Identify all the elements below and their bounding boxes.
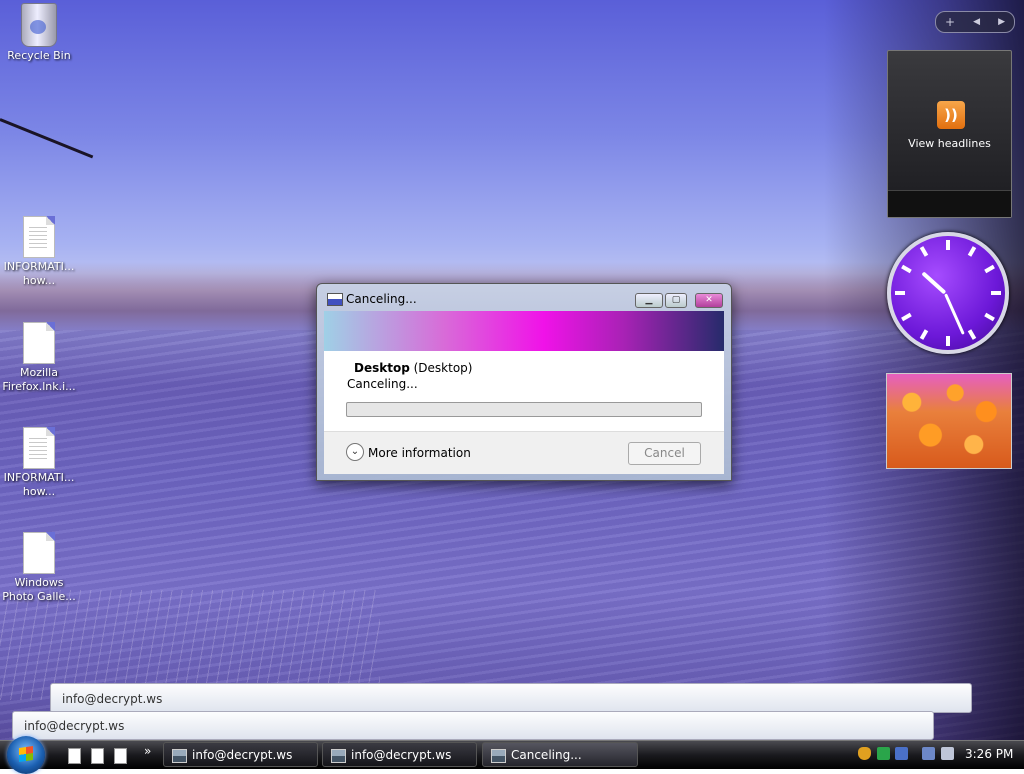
taskbar-button-label: info@decrypt.ws	[351, 748, 452, 762]
progress-bar	[346, 402, 702, 417]
next-page-button[interactable]: ▶	[998, 17, 1005, 27]
dialog-body: Desktop (Desktop) Canceling...	[324, 351, 724, 431]
clock-tick	[967, 246, 977, 257]
text-document-icon	[23, 427, 55, 469]
taskbar-button-info-decrypt-1[interactable]: info@decrypt.ws	[163, 742, 318, 767]
clock-tick	[991, 291, 1001, 295]
chevron-down-icon[interactable]: ⌄	[346, 443, 364, 461]
clock-tick	[901, 312, 912, 322]
item-name: Desktop	[354, 361, 410, 375]
quick-launch-more-button[interactable]: »	[144, 744, 151, 758]
item-location: (Desktop)	[413, 361, 473, 375]
desktop-icon-label: INFORMATI... how...	[3, 471, 75, 498]
dialog-title: Canceling...	[346, 292, 417, 306]
recycle-bin-icon	[21, 3, 57, 47]
copy-icon	[327, 293, 343, 306]
add-gadget-button[interactable]: +	[945, 15, 955, 29]
taskbar-button-label: info@decrypt.ws	[192, 748, 293, 762]
quick-launch-document-icon[interactable]	[91, 748, 104, 764]
clock-tick	[919, 329, 929, 340]
taskbar-button-label: Canceling...	[511, 748, 582, 762]
start-button[interactable]	[7, 736, 45, 774]
desktop-icon-mozilla-firefox[interactable]: Mozilla Firefox.lnk.i...	[0, 322, 78, 394]
canceling-dialog: Canceling... ▁ ▢ ✕ Desktop (Desktop) Can…	[316, 283, 732, 481]
security-icon[interactable]	[877, 747, 890, 760]
text-document-icon	[23, 216, 55, 258]
desktop-icon-label: Windows Photo Galle...	[2, 576, 76, 603]
dialog-footer: ⌄ More information Cancel	[324, 431, 724, 474]
dialog-banner	[324, 311, 724, 351]
shield-warning-icon[interactable]	[858, 747, 871, 760]
clock-tick	[895, 291, 905, 295]
clock-tick	[984, 312, 995, 322]
display-icon[interactable]	[922, 747, 935, 760]
taskbar-button-info-decrypt-2[interactable]: info@decrypt.ws	[322, 742, 477, 767]
tooltip: info@decrypt.ws	[12, 711, 934, 740]
clock-gadget[interactable]	[887, 232, 1009, 354]
clock-minute-hand	[944, 293, 965, 335]
clock-hour-hand	[921, 271, 947, 295]
slideshow-gadget[interactable]	[886, 373, 1012, 469]
feed-gadget-footer	[888, 190, 1011, 217]
minimize-button[interactable]: ▁	[635, 293, 663, 308]
desktop-icon-label: INFORMATI... how...	[3, 260, 75, 287]
desktop-icon-label: Recycle Bin	[7, 49, 71, 62]
desktop-icon-information-1[interactable]: INFORMATI... how...	[0, 216, 78, 288]
branch	[0, 118, 94, 159]
desktop-icon-label: Mozilla Firefox.lnk.i...	[2, 366, 76, 393]
clock-tick	[946, 336, 950, 346]
taskbar: » info@decrypt.ws info@decrypt.ws Cancel…	[0, 736, 1024, 774]
maximize-button[interactable]: ▢	[665, 293, 687, 308]
network-icon[interactable]	[895, 747, 908, 760]
volume-icon[interactable]	[941, 747, 954, 760]
window-icon	[172, 749, 187, 763]
clock-tick	[984, 264, 995, 274]
clock-tick	[946, 240, 950, 250]
taskbar-clock[interactable]: 3:26 PM	[965, 747, 1013, 761]
view-headlines-label[interactable]: View headlines	[888, 137, 1011, 150]
item-line: Desktop (Desktop)	[354, 361, 472, 375]
document-icon	[23, 322, 55, 364]
previous-page-button[interactable]: ◀	[973, 17, 980, 27]
desktop-icon-information-2[interactable]: INFORMATI... how...	[0, 427, 78, 499]
clock-tick	[967, 329, 977, 340]
sidebar-controls: + ◀ ▶	[935, 11, 1015, 33]
copy-icon	[491, 749, 506, 763]
clock-tick	[919, 246, 929, 257]
tooltip: info@decrypt.ws	[50, 683, 972, 713]
desktop-icon-recycle-bin[interactable]: Recycle Bin	[0, 3, 78, 63]
taskbar-button-canceling[interactable]: Canceling...	[482, 742, 638, 767]
desktop-background[interactable]: Recycle Bin INFORMATI... how... Mozilla …	[0, 0, 1024, 740]
rss-feed-icon: ))	[937, 101, 965, 129]
status-text: Canceling...	[347, 377, 418, 391]
feed-headlines-gadget[interactable]: )) View headlines	[887, 50, 1012, 218]
quick-launch-document-icon[interactable]	[114, 748, 127, 764]
windows-logo-icon	[19, 746, 33, 762]
window-icon	[331, 749, 346, 763]
cancel-button[interactable]: Cancel	[628, 442, 701, 465]
document-icon	[23, 532, 55, 574]
more-information-link[interactable]: More information	[368, 446, 471, 460]
close-button[interactable]: ✕	[695, 293, 723, 308]
clock-tick	[901, 264, 912, 274]
quick-launch-document-icon[interactable]	[68, 748, 81, 764]
desktop-icon-windows-photo-gallery[interactable]: Windows Photo Galle...	[0, 532, 78, 604]
